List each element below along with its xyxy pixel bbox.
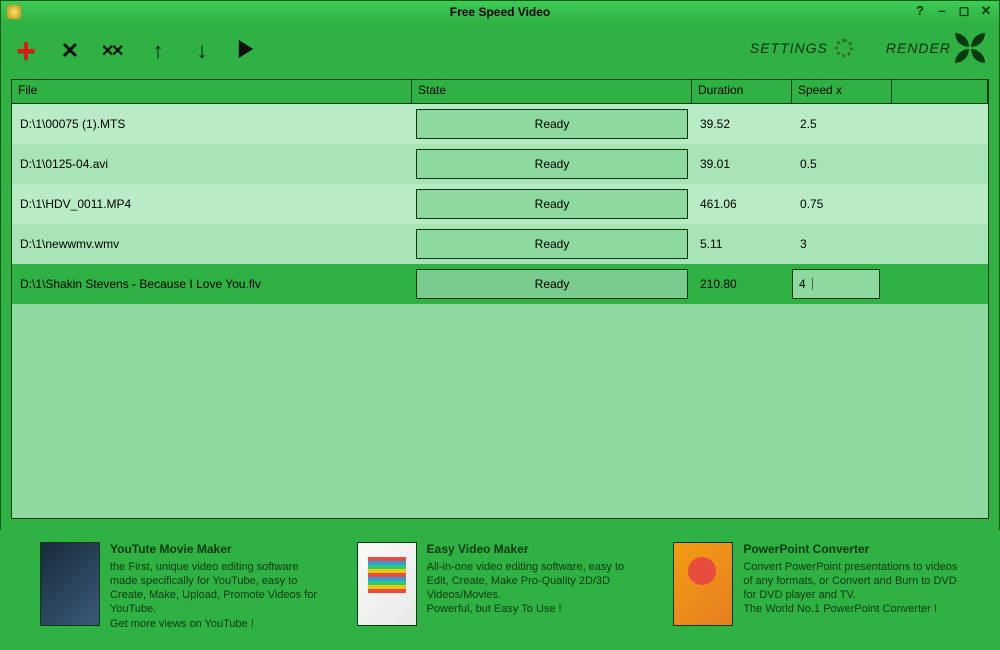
table-row[interactable]: D:\1\Shakin Stevens - Because I Love You…: [12, 264, 988, 304]
cell-speed[interactable]: 0.75: [792, 197, 892, 211]
cell-file: D:\1\newwmv.wmv: [12, 237, 412, 251]
cell-duration: 5.11: [692, 237, 792, 251]
plus-icon: +: [16, 32, 36, 71]
settings-button[interactable]: SETTINGS: [750, 36, 856, 60]
cell-speed[interactable]: 3: [792, 237, 892, 251]
table-header: File State Duration Speed x: [12, 80, 988, 104]
ads-panel: YouTute Movie Maker the First, unique vi…: [0, 530, 1000, 650]
header-speed[interactable]: Speed x: [792, 80, 892, 104]
clover-icon: [955, 33, 985, 63]
close-button[interactable]: ✕: [979, 4, 993, 18]
move-up-button[interactable]: ↑: [143, 36, 173, 66]
help-button[interactable]: ?: [913, 4, 927, 18]
ad-thumb-icon: [40, 542, 100, 626]
cell-file: D:\1\0125-04.avi: [12, 157, 412, 171]
play-icon: [237, 40, 255, 63]
header-duration[interactable]: Duration: [692, 80, 792, 104]
x-icon: ✕: [61, 38, 79, 64]
double-x-icon: [101, 41, 127, 61]
ad-item[interactable]: YouTute Movie Maker the First, unique vi…: [40, 542, 327, 638]
ad-footer: The World No.1 PowerPoint Converter !: [743, 602, 960, 616]
cell-file: D:\1\00075 (1).MTS: [12, 117, 412, 131]
ad-title: Easy Video Maker: [427, 542, 644, 558]
app-icon: [7, 5, 21, 19]
cell-duration: 461.06: [692, 197, 792, 211]
table-row[interactable]: D:\1\0125-04.avi Ready 39.010.5: [12, 144, 988, 184]
state-button[interactable]: Ready: [416, 269, 688, 299]
cell-speed[interactable]: 0.5: [792, 157, 892, 171]
cell-file: D:\1\HDV_0011.MP4: [12, 197, 412, 211]
state-button[interactable]: Ready: [416, 189, 688, 219]
remove-all-button[interactable]: [99, 36, 129, 66]
table-row[interactable]: D:\1\HDV_0011.MP4 Ready 461.060.75: [12, 184, 988, 224]
ad-item[interactable]: PowerPoint Converter Convert PowerPoint …: [673, 542, 960, 638]
titlebar: Free Speed Video ? – ◻ ✕: [1, 1, 999, 23]
cell-duration: 210.80: [692, 277, 792, 291]
play-button[interactable]: [231, 36, 261, 66]
ad-footer: Powerful, but Easy To Use !: [427, 602, 644, 616]
maximize-button[interactable]: ◻: [957, 4, 971, 18]
table-row[interactable]: D:\1\newwmv.wmv Ready 5.113: [12, 224, 988, 264]
ad-footer: Get more views on YouTube !: [110, 617, 327, 631]
ad-body: the First, unique video editing software…: [110, 560, 327, 617]
arrow-down-icon: ↓: [197, 38, 208, 64]
ad-body: Convert PowerPoint presentations to vide…: [743, 560, 960, 603]
remove-button[interactable]: ✕: [55, 36, 85, 66]
header-file[interactable]: File: [12, 80, 412, 104]
state-button[interactable]: Ready: [416, 149, 688, 179]
move-down-button[interactable]: ↓: [187, 36, 217, 66]
cell-duration: 39.01: [692, 157, 792, 171]
state-button[interactable]: Ready: [416, 229, 688, 259]
ad-title: YouTute Movie Maker: [110, 542, 327, 558]
arrow-up-icon: ↑: [153, 38, 164, 64]
minimize-button[interactable]: –: [935, 4, 949, 18]
table-row[interactable]: D:\1\00075 (1).MTS Ready 39.522.5: [12, 104, 988, 144]
state-button[interactable]: Ready: [416, 109, 688, 139]
cell-file: D:\1\Shakin Stevens - Because I Love You…: [12, 277, 412, 291]
ad-thumb-icon: [357, 542, 417, 626]
cell-duration: 39.52: [692, 117, 792, 131]
add-button[interactable]: +: [11, 36, 41, 66]
ad-title: PowerPoint Converter: [743, 542, 960, 558]
speed-input[interactable]: 4│: [792, 269, 880, 299]
cell-speed[interactable]: 2.5: [792, 117, 892, 131]
file-table: File State Duration Speed x D:\1\00075 (…: [11, 79, 989, 519]
toolbar: + ✕ ↑ ↓ SETTINGS RENDER: [1, 23, 999, 79]
header-state[interactable]: State: [412, 80, 692, 104]
ad-item[interactable]: Easy Video Maker All-in-one video editin…: [357, 542, 644, 638]
ad-thumb-icon: [673, 542, 733, 626]
ad-body: All-in-one video editing software, easy …: [427, 560, 644, 603]
settings-label: SETTINGS: [750, 40, 828, 56]
gear-icon: [832, 36, 856, 60]
header-spacer: [892, 80, 988, 104]
render-label: RENDER: [886, 40, 951, 56]
render-button[interactable]: RENDER: [886, 33, 985, 63]
table-body: D:\1\00075 (1).MTS Ready 39.522.5 D:\1\0125…: [12, 104, 988, 304]
window-title: Free Speed Video: [450, 5, 550, 19]
